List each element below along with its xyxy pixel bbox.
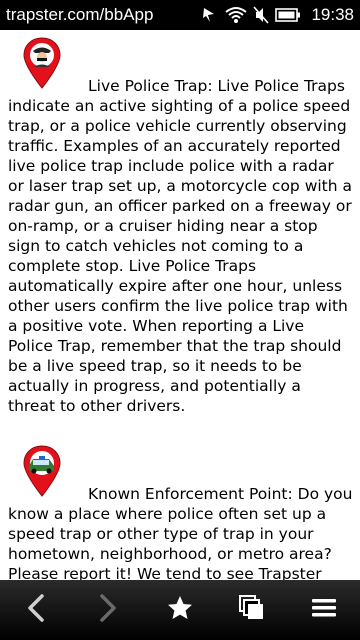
bookmark-button[interactable]: [150, 580, 210, 640]
back-icon: [24, 593, 48, 627]
entry-header: Live Police Trap: Live Police Traps: [8, 30, 352, 96]
status-bar: trapster.com/bbApp 19:38: [0, 0, 360, 30]
entry-first-line: Live Police Traps: [217, 77, 345, 95]
mute-icon: [253, 6, 270, 24]
entry-title-line: Live Police Trap: Live Police Traps: [88, 76, 345, 96]
back-button[interactable]: [6, 580, 66, 640]
battery-icon: [275, 6, 301, 24]
entry-term: Live Police Trap:: [88, 77, 213, 95]
entry-term: Known Enforcement Point:: [88, 485, 293, 503]
police-car-pin-icon: [20, 444, 64, 503]
windows-icon: [238, 594, 266, 626]
wifi-icon: [225, 6, 248, 24]
police-officer-pin-icon: [20, 36, 64, 95]
trap-entry-live-police: Live Police Trap: Live Police Traps indi…: [0, 30, 360, 416]
entry-title-line: Known Enforcement Point: Do you: [88, 484, 352, 504]
status-icons: 19:38: [201, 0, 360, 30]
page-content[interactable]: Live Police Trap: Live Police Traps indi…: [0, 30, 360, 580]
trap-entry-known-enforcement: Known Enforcement Point: Do you know a p…: [0, 438, 360, 580]
entry-description: indicate an active sighting of a police …: [8, 97, 353, 415]
browser-toolbar: [0, 580, 360, 640]
entry-first-line: Do you: [297, 485, 353, 503]
entry-header: Known Enforcement Point: Do you: [8, 438, 352, 504]
forward-button[interactable]: [78, 580, 138, 640]
clock: 19:38: [311, 5, 354, 24]
download-icon: [201, 6, 219, 24]
url-text[interactable]: trapster.com/bbApp: [0, 5, 198, 25]
entry-description: know a place where police often set up a…: [8, 505, 332, 580]
menu-button[interactable]: [294, 580, 354, 640]
menu-icon: [311, 597, 337, 623]
bookmark-star-icon: [166, 594, 194, 626]
windows-button[interactable]: [222, 580, 282, 640]
forward-icon: [96, 593, 120, 627]
